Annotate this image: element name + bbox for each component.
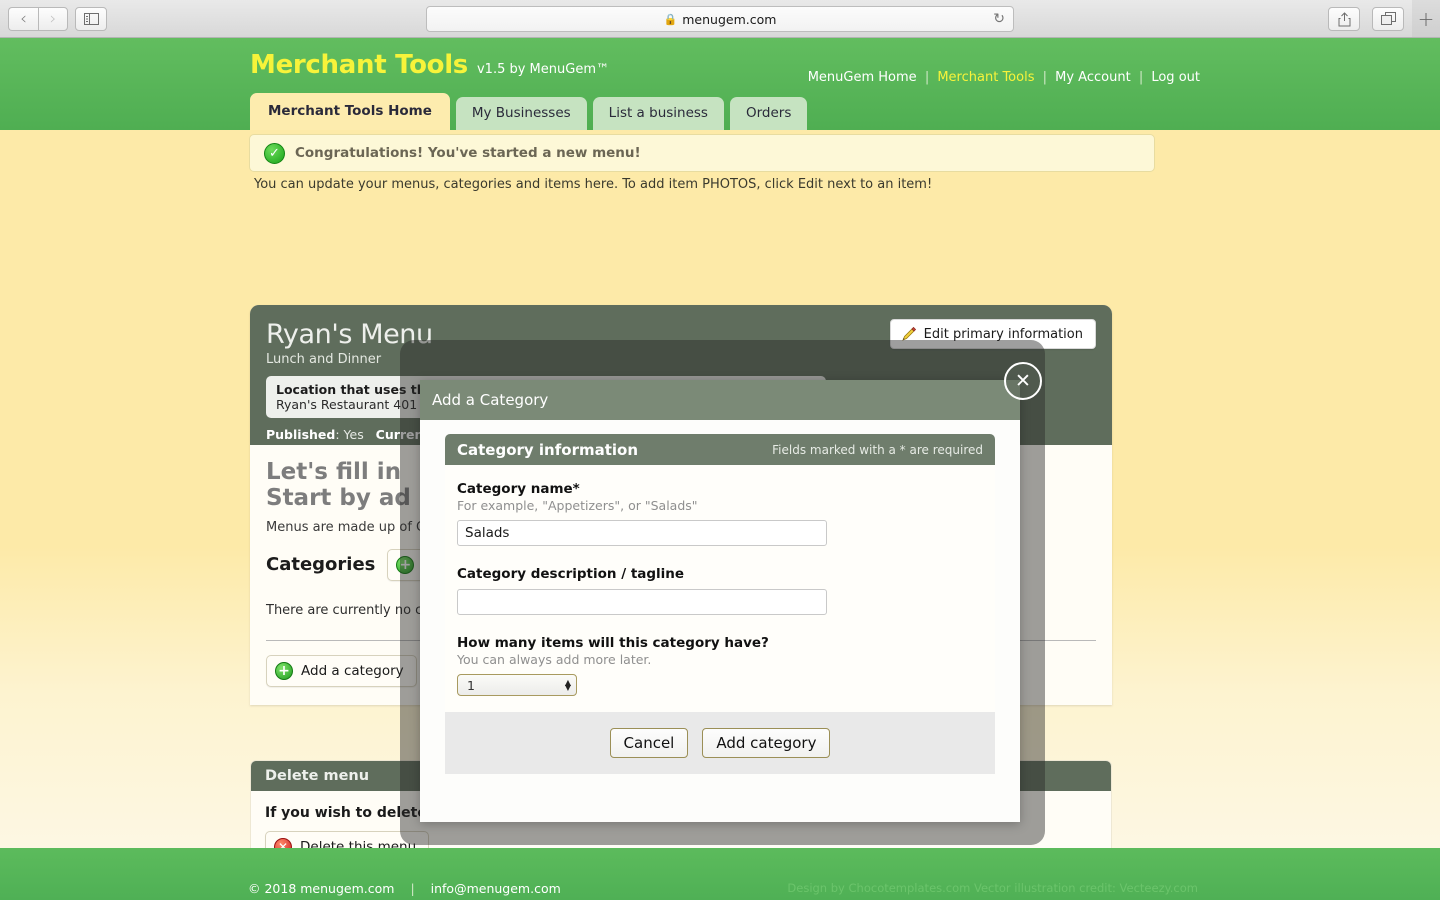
alert-message: Congratulations! You've started a new me… [295, 145, 641, 161]
item-count-label: How many items will this category have? [457, 635, 769, 651]
category-name-hint: For example, "Appetizers", or "Salads" [457, 498, 698, 513]
chevron-right-icon: › [49, 8, 57, 29]
brand-title: Merchant Tools [250, 50, 468, 80]
success-alert: ✓ Congratulations! You've started a new … [249, 134, 1155, 172]
tab-overview-icon [1380, 12, 1396, 25]
sidebar-toggle-button[interactable] [75, 7, 107, 31]
browser-chrome: ‹ › 🔒 menugem.com ↻ + [0, 0, 1440, 38]
nav-separator: | [1042, 70, 1047, 85]
footer-copyright: © 2018 menugem.com [248, 881, 395, 896]
share-button[interactable] [1328, 7, 1360, 31]
add-category-submit-button[interactable]: Add category [702, 728, 831, 758]
item-count-select[interactable]: 1 ▲ ▼ [457, 674, 577, 696]
top-nav-links: MenuGem Home | Merchant Tools | My Accou… [808, 70, 1200, 85]
modal-header: Add a Category ✕ [420, 362, 1042, 420]
modal-footer: Cancel Add category [445, 712, 995, 774]
back-button[interactable]: ‹ [8, 7, 38, 31]
site-footer: © 2018 menugem.com | info@menugem.com De… [0, 848, 1440, 900]
brand: Merchant Tools v1.5 by MenuGem™ [250, 50, 609, 80]
nav-separator: | [924, 70, 930, 85]
footer-left: © 2018 menugem.com | info@menugem.com [248, 881, 561, 896]
check-circle-icon: ✓ [264, 142, 285, 164]
item-count-hint: You can always add more later. [457, 652, 652, 667]
footer-credit: Design by Chocotemplates.com Vector illu… [787, 881, 1198, 895]
main-content: ✓ Congratulations! You've started a new … [0, 130, 1440, 900]
add-category-button[interactable]: + Add a category [266, 654, 417, 687]
tab-orders[interactable]: Orders [729, 97, 808, 130]
nav-link-merchant-tools[interactable]: Merchant Tools [937, 70, 1034, 85]
cancel-button[interactable]: Cancel [609, 728, 689, 758]
chevron-left-icon: ‹ [20, 8, 27, 29]
footer-separator: | [410, 881, 415, 896]
sidebar-toggle-icon [83, 13, 99, 25]
category-name-input[interactable] [457, 520, 827, 546]
category-description-input[interactable] [457, 589, 827, 615]
category-name-label: Category name* [457, 481, 580, 497]
site-header: Merchant Tools v1.5 by MenuGem™ MenuGem … [0, 38, 1440, 130]
brand-subtitle: v1.5 by MenuGem™ [476, 62, 609, 77]
modal-title: Add a Category [432, 391, 549, 409]
footer-email-link[interactable]: info@menugem.com [431, 881, 561, 896]
plus-circle-icon: + [275, 661, 293, 680]
item-count-value: 1 [467, 677, 475, 693]
category-description-label: Category description / tagline [457, 566, 685, 582]
tab-merchant-tools-home[interactable]: Merchant Tools Home [250, 93, 450, 130]
new-tab-label: + [1417, 6, 1435, 31]
nav-link-log-out[interactable]: Log out [1151, 70, 1200, 85]
published-colon: : [335, 427, 344, 442]
add-category-label: Add a category [301, 662, 404, 679]
categories-title: Categories [266, 554, 376, 576]
required-fields-note: Fields marked with a * are required [772, 442, 983, 457]
panel-header: Category information Fields marked with … [445, 434, 995, 465]
category-information-panel: Category information Fields marked with … [445, 434, 995, 774]
nav-link-my-account[interactable]: My Account [1055, 70, 1131, 85]
stepper-arrows-icon: ▲ ▼ [564, 678, 571, 692]
primary-tabs: Merchant Tools Home My Businesses List a… [250, 93, 808, 130]
close-icon[interactable]: ✕ [1004, 362, 1042, 400]
nav-link-menugem-home[interactable]: MenuGem Home [808, 70, 917, 85]
published-label: Published [266, 427, 336, 442]
address-bar[interactable]: 🔒 menugem.com ↻ [426, 6, 1014, 32]
share-icon [1338, 11, 1350, 26]
modal-body: Category information Fields marked with … [420, 420, 1020, 774]
tab-my-businesses[interactable]: My Businesses [455, 97, 587, 130]
page-root: Merchant Tools v1.5 by MenuGem™ MenuGem … [0, 38, 1440, 900]
panel-body: Category name* For example, "Appetizers"… [445, 465, 995, 774]
reload-icon[interactable]: ↻ [993, 11, 1005, 27]
nav-separator: | [1138, 70, 1144, 85]
new-tab-button[interactable]: + [1412, 0, 1440, 37]
tab-list-a-business[interactable]: List a business [592, 97, 724, 130]
forward-button[interactable]: › [38, 7, 68, 31]
tab-overview-button[interactable] [1372, 7, 1404, 31]
intro-text: You can update your menus, categories an… [254, 177, 933, 192]
published-value: Yes [343, 427, 364, 442]
panel-title: Category information [457, 440, 639, 459]
add-category-modal: Add a Category ✕ Category information Fi… [420, 362, 1042, 822]
url-text: menugem.com [682, 11, 777, 27]
lock-icon: 🔒 [663, 12, 678, 26]
